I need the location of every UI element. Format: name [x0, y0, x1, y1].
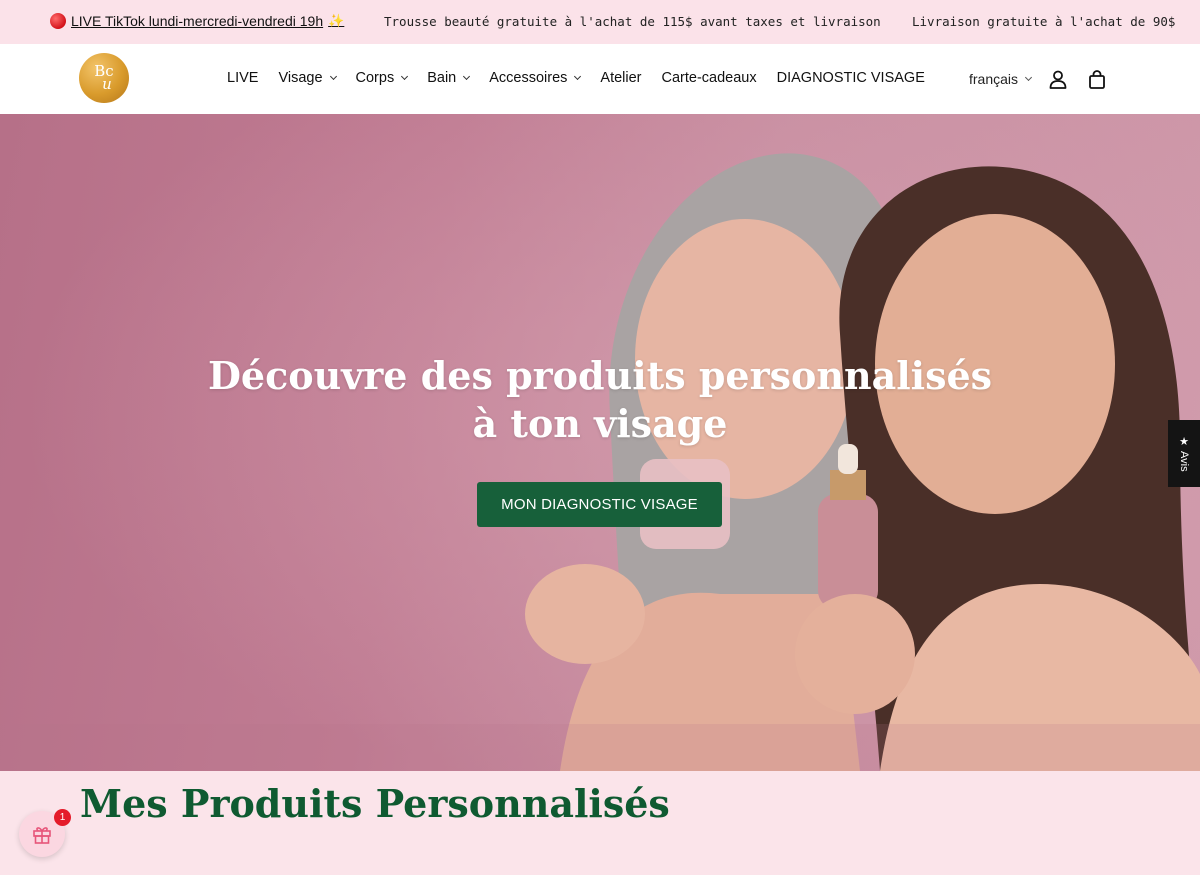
hero-banner: Découvre des produits personnalisés à to…: [0, 114, 1200, 771]
nav-item-label: Bain: [427, 70, 457, 86]
gift-icon: [33, 827, 51, 844]
nav-item-bain[interactable]: Bain: [427, 70, 471, 86]
account-button[interactable]: [1048, 69, 1068, 89]
brand-logo[interactable]: Bc u: [79, 53, 129, 103]
nav-item-label: Atelier: [600, 70, 642, 86]
chevron-down-icon: [463, 72, 471, 81]
nav-item-label: Carte-cadeaux: [661, 70, 757, 86]
sparkles-icon: ✨: [328, 13, 345, 28]
nav-item-visage[interactable]: Visage: [278, 70, 337, 86]
user-icon: [1049, 70, 1067, 89]
chevron-down-icon: [329, 72, 337, 81]
nav-item-carte-cadeaux[interactable]: Carte-cadeaux: [662, 70, 757, 86]
red-circle-icon: [50, 13, 66, 29]
nav-item-label: DIAGNOSTIC VISAGE: [776, 70, 925, 86]
nav-item-accessoires[interactable]: Accessoires: [489, 70, 582, 86]
diagnostic-cta-button[interactable]: MON DIAGNOSTIC VISAGE: [477, 482, 722, 527]
chevron-down-icon: [401, 72, 409, 81]
announcement-message-free-shipping: Livraison gratuite à l'achat de 90$: [912, 14, 1176, 29]
nav-item-label: Visage: [278, 70, 323, 86]
reviews-side-tab[interactable]: ★ Avis: [1168, 420, 1200, 487]
section-title: Mes Produits Personnalisés: [80, 781, 670, 826]
live-tiktok-text: LIVE TikTok lundi-mercredi-vendredi 19h: [71, 13, 324, 29]
main-nav: LIVE Visage Corps Bain Accessoires Ateli…: [227, 70, 945, 86]
notification-badge: 1: [54, 809, 71, 826]
site-header: Bc u LIVE Visage Corps Bain Accessoires …: [0, 44, 1200, 114]
nav-item-live[interactable]: LIVE: [227, 70, 258, 86]
nav-item-corps[interactable]: Corps: [355, 70, 409, 86]
announcement-message-free-kit: Trousse beauté gratuite à l'achat de 115…: [384, 14, 881, 29]
live-tiktok-link[interactable]: LIVE TikTok lundi-mercredi-vendredi 19h …: [50, 13, 344, 29]
reviews-tab-label: Avis: [1178, 451, 1190, 472]
nav-item-diagnostic-visage[interactable]: DIAGNOSTIC VISAGE: [777, 70, 925, 86]
nav-item-label: LIVE: [227, 70, 259, 86]
nav-item-atelier[interactable]: Atelier: [600, 70, 641, 86]
language-label: français: [969, 71, 1019, 87]
shopping-bag-icon: [1089, 69, 1105, 89]
rewards-launcher-button[interactable]: 1: [19, 809, 71, 857]
cart-button[interactable]: [1087, 69, 1107, 89]
chevron-down-icon: [1024, 73, 1033, 82]
logo-text-line2: u: [102, 75, 112, 93]
nav-item-label: Corps: [355, 70, 395, 86]
announcement-bar: LIVE TikTok lundi-mercredi-vendredi 19h …: [0, 0, 1200, 44]
language-selector[interactable]: français: [969, 71, 1033, 87]
hero-title: Découvre des produits personnalisés à to…: [207, 353, 993, 446]
chevron-down-icon: [574, 72, 582, 81]
nav-item-label: Accessoires: [489, 70, 568, 86]
star-icon: ★: [1179, 436, 1189, 449]
